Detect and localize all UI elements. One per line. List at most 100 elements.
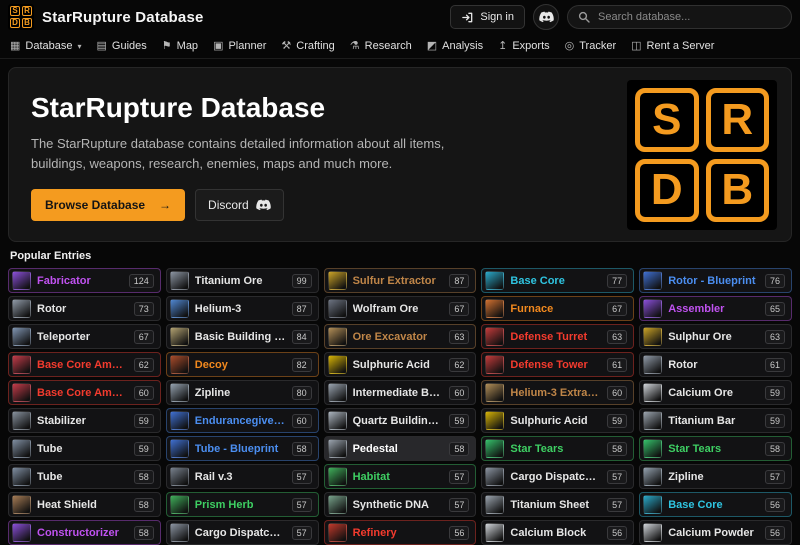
entry-tile[interactable]: Defense Turret63 [481, 324, 634, 349]
entry-tile[interactable]: Wolfram Ore67 [324, 296, 477, 321]
item-icon [643, 299, 662, 318]
entry-tile[interactable]: Pedestal58 [324, 436, 477, 461]
entry-tile[interactable]: Habitat57 [324, 464, 477, 489]
entry-tile[interactable]: Stabilizer59 [8, 408, 161, 433]
item-icon [12, 299, 31, 318]
logo-letter: B [706, 159, 770, 223]
nav-item-analysis[interactable]: ◩Analysis [427, 40, 483, 52]
entry-tile[interactable]: Tube - Blueprint58 [166, 436, 319, 461]
entry-tile[interactable]: Basic Building M...84 [166, 324, 319, 349]
entry-tile[interactable]: Quartz Building M...59 [324, 408, 477, 433]
entry-tile[interactable]: Rotor61 [639, 352, 792, 377]
nav-item-guides[interactable]: ▤Guides [97, 40, 147, 52]
item-icon [643, 355, 662, 374]
browse-database-button[interactable]: Browse Database → [31, 189, 185, 221]
nav-item-planner[interactable]: ▣Planner [213, 40, 266, 52]
entry-tile[interactable]: Zipline80 [166, 380, 319, 405]
entry-count-badge: 63 [607, 330, 627, 344]
entry-count-badge: 67 [449, 302, 469, 316]
nav-item-database[interactable]: ▦Database▾ [10, 40, 82, 52]
popular-entries-heading: Popular Entries [10, 250, 790, 262]
entry-tile[interactable]: Cargo Dispatcher57 [166, 520, 319, 545]
entry-tile[interactable]: Base Core77 [481, 268, 634, 293]
entry-tile[interactable]: Synthetic DNA57 [324, 492, 477, 517]
discord-icon [539, 11, 554, 23]
entry-tile[interactable]: Sulphuric Acid59 [481, 408, 634, 433]
entry-tile[interactable]: Titanium Sheet57 [481, 492, 634, 517]
entry-count-badge: 62 [449, 358, 469, 372]
top-header: SRDB StarRupture Database Sign in [0, 0, 800, 34]
entry-tile[interactable]: Calcium Powder56 [639, 520, 792, 545]
entry-name: Habitat [353, 471, 444, 483]
item-icon [12, 411, 31, 430]
entry-count-badge: 60 [292, 414, 312, 428]
entry-tile[interactable]: Decoy82 [166, 352, 319, 377]
entry-tile[interactable]: Sulphur Ore63 [639, 324, 792, 349]
entry-tile[interactable]: Defense Tower61 [481, 352, 634, 377]
entry-tile[interactable]: Titanium Ore99 [166, 268, 319, 293]
entry-name: Cargo Dispatcher [510, 471, 601, 483]
entry-tile[interactable]: Heat Shield58 [8, 492, 161, 517]
discord-button[interactable] [533, 4, 559, 30]
nav-item-exports[interactable]: ↥Exports [498, 40, 550, 52]
nav-label: Map [177, 40, 198, 52]
entry-count-badge: 58 [607, 442, 627, 456]
entry-tile[interactable]: Calcium Ore59 [639, 380, 792, 405]
discord-link-button[interactable]: Discord [195, 189, 284, 221]
item-icon [328, 495, 347, 514]
entry-tile[interactable]: Furnace67 [481, 296, 634, 321]
brand[interactable]: SRDB StarRupture Database [8, 4, 204, 30]
entry-tile[interactable]: Rotor - Blueprint76 [639, 268, 792, 293]
entry-tile[interactable]: Assembler65 [639, 296, 792, 321]
entry-tile[interactable]: Helium-387 [166, 296, 319, 321]
entry-tile[interactable]: Rail v.357 [166, 464, 319, 489]
entry-count-badge: 56 [449, 526, 469, 540]
entry-tile[interactable]: Intermediate Buil...60 [324, 380, 477, 405]
entry-tile[interactable]: Calcium Block56 [481, 520, 634, 545]
entry-tile[interactable]: Zipline57 [639, 464, 792, 489]
sign-in-button[interactable]: Sign in [450, 5, 525, 29]
entry-count-badge: 63 [765, 330, 785, 344]
entry-tile[interactable]: Teleporter67 [8, 324, 161, 349]
entry-tile[interactable]: Sulphuric Acid62 [324, 352, 477, 377]
entry-tile[interactable]: Base Core56 [639, 492, 792, 517]
entry-tile[interactable]: Tube58 [8, 464, 161, 489]
item-icon [485, 355, 504, 374]
logo-letter: R [22, 6, 32, 16]
nav-item-rent-a-server[interactable]: ◫Rent a Server [631, 40, 714, 52]
entry-tile[interactable]: Refinery56 [324, 520, 477, 545]
entry-name: Helium-3 [195, 303, 286, 315]
entry-tile[interactable]: Endurancegiver L... 60 [166, 408, 319, 433]
entry-name: Endurancegiver L... [195, 415, 286, 427]
entry-tile[interactable]: Star Tears58 [481, 436, 634, 461]
entry-tile[interactable]: Tube59 [8, 436, 161, 461]
entry-name: Tube - Blueprint [195, 443, 286, 455]
item-icon [485, 299, 504, 318]
entry-tile[interactable]: Helium-3 Extractor60 [481, 380, 634, 405]
entry-tile[interactable]: Rotor73 [8, 296, 161, 321]
browse-label: Browse Database [45, 198, 145, 212]
entry-tile[interactable]: Titanium Bar59 [639, 408, 792, 433]
entry-tile[interactable]: Base Core Amplifi...60 [8, 380, 161, 405]
hero-description: The StarRupture database contains detail… [31, 134, 491, 173]
search-input[interactable] [596, 10, 781, 24]
entry-tile[interactable]: Ore Excavator63 [324, 324, 477, 349]
nav-item-tracker[interactable]: ◎Tracker [565, 40, 616, 52]
item-icon [643, 495, 662, 514]
discord-icon [256, 199, 271, 211]
entry-tile[interactable]: Fabricator124 [8, 268, 161, 293]
entry-tile[interactable]: Prism Herb57 [166, 492, 319, 517]
nav-item-research[interactable]: ⚗Research [350, 40, 412, 52]
nav-item-crafting[interactable]: ⚒Crafting [281, 40, 334, 52]
nav-item-map[interactable]: ⚑Map [162, 40, 198, 52]
entry-tile[interactable]: Sulfur Extractor87 [324, 268, 477, 293]
entry-count-badge: 84 [292, 330, 312, 344]
entry-name: Decoy [195, 359, 286, 371]
entry-tile[interactable]: Cargo Dispatcher57 [481, 464, 634, 489]
tracker-icon: ◎ [565, 41, 575, 52]
entry-tile[interactable]: Constructorizer58 [8, 520, 161, 545]
entry-tile[interactable]: Base Core Amplifi...62 [8, 352, 161, 377]
item-icon [12, 271, 31, 290]
entry-tile[interactable]: Star Tears58 [639, 436, 792, 461]
entry-count-badge: 56 [607, 526, 627, 540]
